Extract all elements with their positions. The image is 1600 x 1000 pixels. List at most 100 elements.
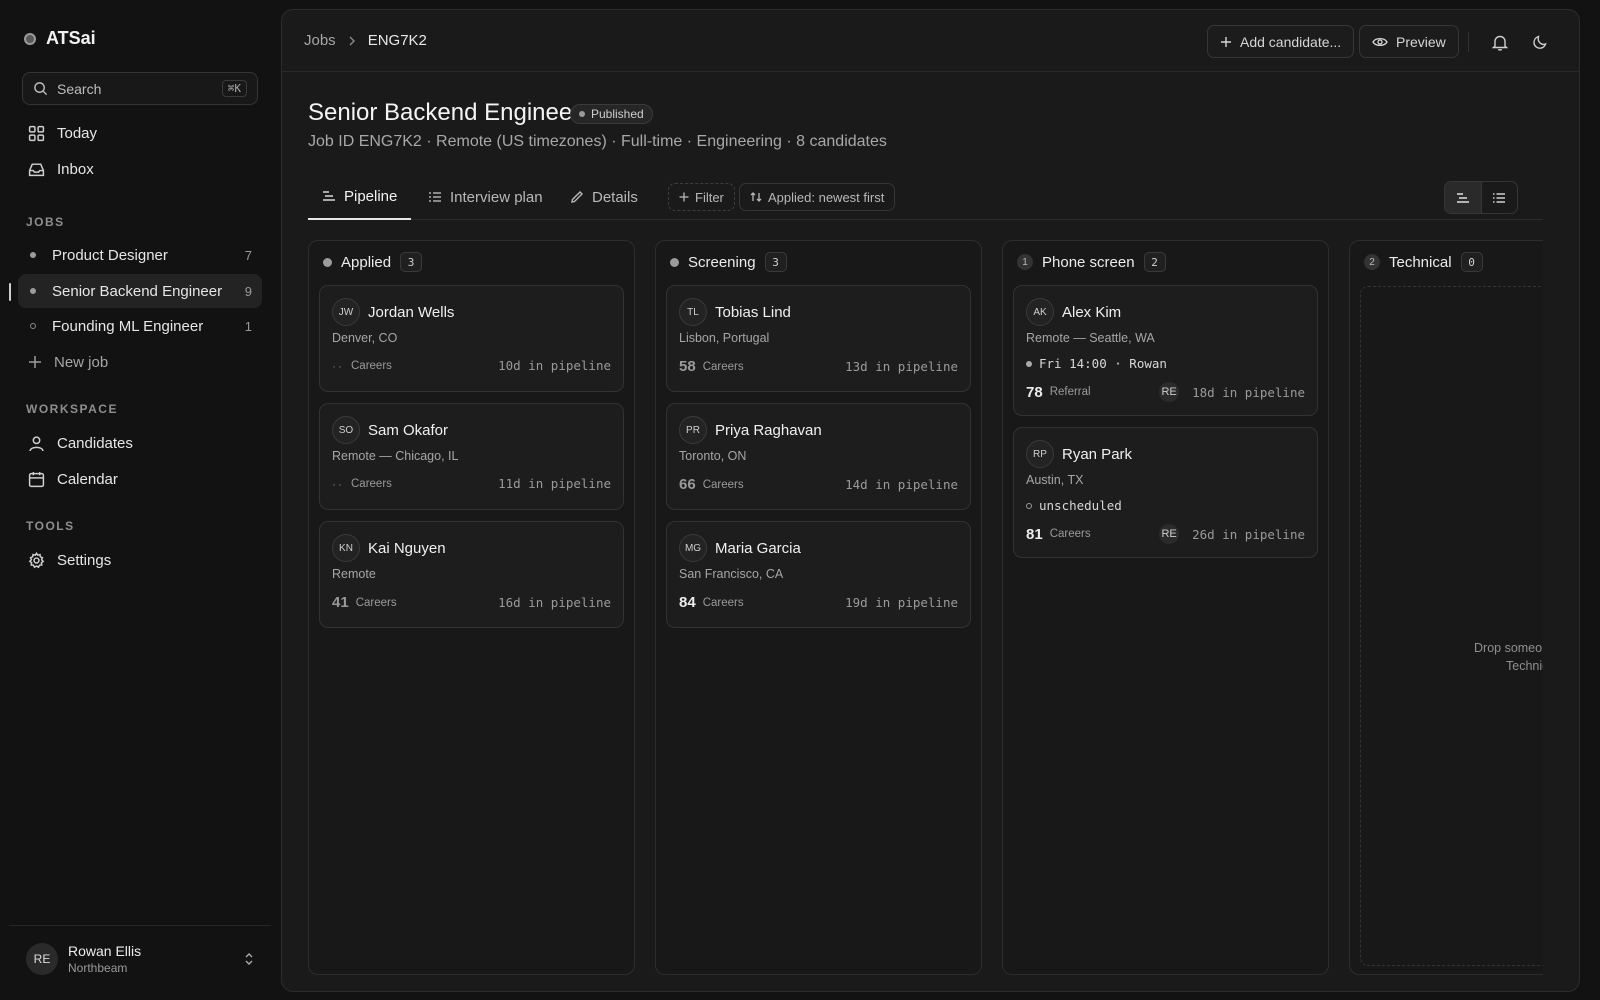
app-brand[interactable]: ATSai	[24, 28, 96, 49]
column-count: 3	[400, 252, 423, 272]
candidate-location: Remote — Chicago, IL	[332, 449, 459, 463]
nav-settings[interactable]: Settings	[18, 543, 262, 577]
nav-inbox[interactable]: Inbox	[18, 152, 262, 186]
candidate-source: Careers	[702, 478, 744, 491]
candidate-card[interactable]: RP Ryan Park Austin, TX unscheduled 81 Ca…	[1013, 427, 1318, 558]
nav-settings-label: Settings	[57, 551, 112, 569]
job-label: Founding ML Engineer	[52, 317, 204, 335]
tab-interview-plan[interactable]: Interview plan	[414, 174, 557, 220]
nav-candidates-label: Candidates	[57, 434, 133, 452]
add-candidate-button[interactable]: Add candidate...	[1207, 25, 1355, 58]
stage-dot	[323, 257, 332, 267]
schedule-text: Fri 14:00 · Rowan	[1039, 356, 1167, 371]
column-title: Technical	[1389, 253, 1452, 271]
nav-today[interactable]: Today	[18, 116, 262, 150]
filter-button[interactable]: Filter	[668, 183, 735, 211]
user-menu[interactable]: RE Rowan Ellis Northbeam	[9, 925, 271, 991]
candidate-score: 58	[679, 358, 696, 375]
candidate-card[interactable]: SO Sam Okafor Remote — Chicago, IL ·· Car…	[319, 403, 624, 510]
column-header: 1 Phone screen 2	[1017, 252, 1166, 272]
column-count: 3	[764, 252, 787, 272]
schedule-text: unscheduled	[1039, 498, 1122, 513]
candidate-score: 41	[332, 594, 349, 611]
breadcrumb-jobs[interactable]: Jobs	[304, 32, 336, 49]
list-view-button[interactable]	[1482, 182, 1518, 213]
nav-candidates[interactable]: Candidates	[18, 426, 262, 460]
job-count: 7	[244, 247, 252, 263]
column-header: Applied 3	[323, 252, 423, 272]
breadcrumb-current: ENG7K2	[367, 32, 427, 49]
candidate-name: Sam Okafor	[368, 421, 449, 439]
sidebar-job-founding-ml-engineer[interactable]: Founding ML Engineer 1	[18, 309, 262, 343]
tab-pipeline[interactable]: Pipeline	[308, 174, 412, 220]
sidebar-job-senior-backend-engineer[interactable]: Senior Backend Engineer 9	[18, 274, 262, 308]
logo-icon	[24, 32, 36, 45]
column-phone-screen: 1 Phone screen 2 AK Alex Kim Remote — Sea…	[1002, 240, 1329, 975]
candidate-source: Careers	[351, 477, 392, 490]
time-in-pipeline: 26d in pipeline	[1192, 526, 1305, 542]
page-title: Senior Backend Engineer	[308, 99, 581, 126]
candidate-source: Careers	[351, 359, 392, 372]
nav-today-label: Today	[57, 124, 98, 142]
stage-step: 1	[1017, 254, 1033, 270]
new-job-button[interactable]: New job	[18, 345, 262, 379]
candidate-location: Denver, CO	[332, 331, 398, 345]
stage-dot	[670, 257, 679, 267]
candidate-location: Toronto, ON	[679, 449, 747, 463]
candidate-name: Alex Kim	[1062, 303, 1122, 321]
breadcrumb: Jobs ENG7K2	[304, 32, 427, 49]
avatar: TL	[679, 298, 707, 326]
column-title: Applied	[341, 253, 392, 271]
main-panel: Jobs ENG7K2 Add candidate... Preview Sen…	[281, 9, 1580, 992]
active-indicator	[9, 283, 11, 301]
candidate-card[interactable]: AK Alex Kim Remote — Seattle, WA Fri 14:0…	[1013, 285, 1318, 416]
candidate-location: San Francisco, CA	[679, 567, 784, 581]
candidate-card[interactable]: PR Priya Raghavan Toronto, ON 66 Careers …	[666, 403, 971, 510]
stage-step: 2	[1364, 254, 1380, 270]
chevron-right-icon	[348, 35, 356, 47]
avatar: PR	[679, 416, 707, 444]
candidate-card[interactable]: MG Maria Garcia San Francisco, CA 84 Care…	[666, 521, 971, 628]
list-icon	[428, 191, 442, 203]
candidate-name: Tobias Lind	[715, 303, 791, 321]
candidate-card[interactable]: JW Jordan Wells Denver, CO ·· Careers 10d…	[319, 285, 624, 392]
empty-state-line: Drop someone here t	[1474, 641, 1543, 655]
candidate-card[interactable]: TL Tobias Lind Lisbon, Portugal 58 Career…	[666, 285, 971, 392]
sidebar: ATSai Search ⌘K Today Inbox JOBS Product…	[0, 0, 280, 1000]
candidate-score: 81	[1026, 525, 1043, 543]
sidebar-job-product-designer[interactable]: Product Designer 7	[18, 238, 262, 272]
nav-calendar[interactable]: Calendar	[18, 462, 262, 496]
avatar: AK	[1026, 298, 1054, 326]
sort-button[interactable]: Applied: newest first	[739, 183, 896, 211]
add-candidate-label: Add candidate...	[1240, 33, 1342, 50]
candidate-card[interactable]: KN Kai Nguyen Remote 41 Careers 16d in pi…	[319, 521, 624, 628]
candidate-source: Careers	[355, 596, 397, 609]
preview-button[interactable]: Preview	[1359, 25, 1459, 58]
job-status-dot	[30, 288, 36, 294]
search-input[interactable]: Search ⌘K	[22, 72, 258, 105]
candidate-score: ··	[332, 476, 344, 491]
calendar-icon	[28, 471, 45, 488]
avatar: KN	[332, 534, 360, 562]
candidate-location: Lisbon, Portugal	[679, 331, 770, 345]
tab-details[interactable]: Details	[556, 174, 652, 220]
candidate-name: Priya Raghavan	[715, 421, 822, 439]
tab-interview-plan-label: Interview plan	[450, 188, 543, 206]
moon-icon[interactable]	[1528, 30, 1552, 54]
board-view-button[interactable]	[1445, 182, 1482, 213]
time-in-pipeline: 10d in pipeline	[498, 358, 611, 373]
workspace-section-label: WORKSPACE	[26, 402, 118, 416]
column-header: Screening 3	[670, 252, 787, 272]
drop-zone[interactable]: Drop someone here t Technical	[1360, 286, 1543, 966]
sort-icon	[750, 191, 762, 203]
candidate-location: Austin, TX	[1026, 473, 1084, 487]
plus-icon	[679, 192, 689, 202]
job-status-dot	[30, 252, 36, 258]
bell-icon[interactable]	[1488, 30, 1512, 54]
column-screening: Screening 3 TL Tobias Lind Lisbon, Portug…	[655, 240, 982, 975]
time-in-pipeline: 16d in pipeline	[498, 595, 611, 610]
candidate-name: Ryan Park	[1062, 445, 1133, 463]
app-name: ATSai	[46, 28, 96, 48]
topbar: Jobs ENG7K2 Add candidate... Preview	[282, 10, 1579, 72]
interview-schedule: Fri 14:00 · Rowan	[1026, 356, 1167, 371]
